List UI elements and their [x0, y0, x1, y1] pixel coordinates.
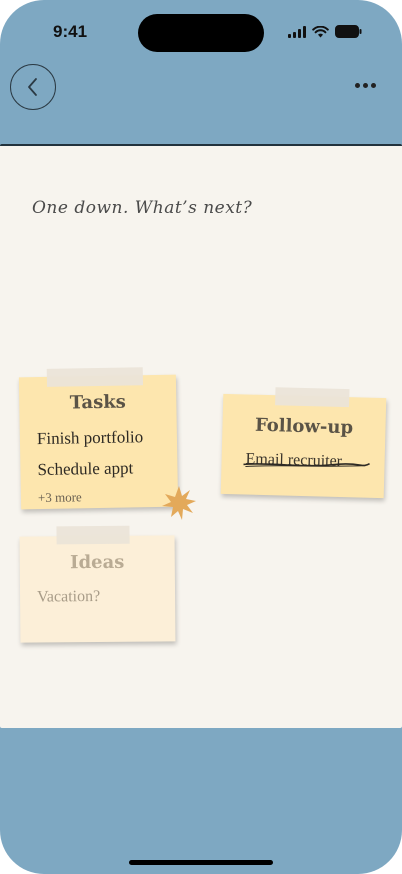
strikethrough-scribble: [243, 463, 370, 467]
tape: [275, 387, 350, 408]
back-button[interactable]: [10, 64, 56, 110]
tape: [46, 367, 144, 387]
note-ideas[interactable]: Ideas Vacation?: [19, 525, 176, 643]
more-dot-icon: [362, 82, 368, 88]
note-item: Schedule appt: [37, 458, 134, 480]
home-indicator[interactable]: [129, 860, 273, 865]
note-title: Ideas: [70, 551, 125, 574]
more-options-button[interactable]: [352, 74, 378, 96]
battery-icon: [335, 25, 362, 38]
star-burst-icon: [162, 486, 196, 520]
note-title: Tasks: [69, 391, 127, 414]
wifi-icon: [312, 25, 329, 37]
note-more-count: +3 more: [37, 489, 82, 506]
note-follow-up[interactable]: Follow-up Email recruiter: [220, 387, 387, 499]
status-bar: 9:41: [0, 0, 402, 64]
status-time: 9:41: [53, 22, 88, 41]
status-icons: [288, 25, 362, 38]
note-title: Follow-up: [254, 414, 354, 439]
notes-board: One down. What’s next? Tasks Finish port…: [0, 144, 402, 728]
more-dot-icon: [354, 82, 360, 88]
dynamic-island: [138, 14, 264, 52]
note-item: Vacation?: [36, 587, 101, 606]
note-tasks[interactable]: Tasks Finish portfolio Schedule appt +3 …: [18, 367, 179, 510]
board-headline: One down. What’s next?: [32, 198, 253, 218]
more-dot-icon: [370, 82, 376, 88]
chevron-left-icon: [28, 78, 37, 96]
note-item: Finish portfolio: [36, 427, 144, 449]
tape: [56, 525, 130, 545]
phone-screen: 9:41 One down. What’s next? Tasks Finish…: [0, 0, 402, 874]
cellular-signal-icon: [288, 25, 306, 38]
